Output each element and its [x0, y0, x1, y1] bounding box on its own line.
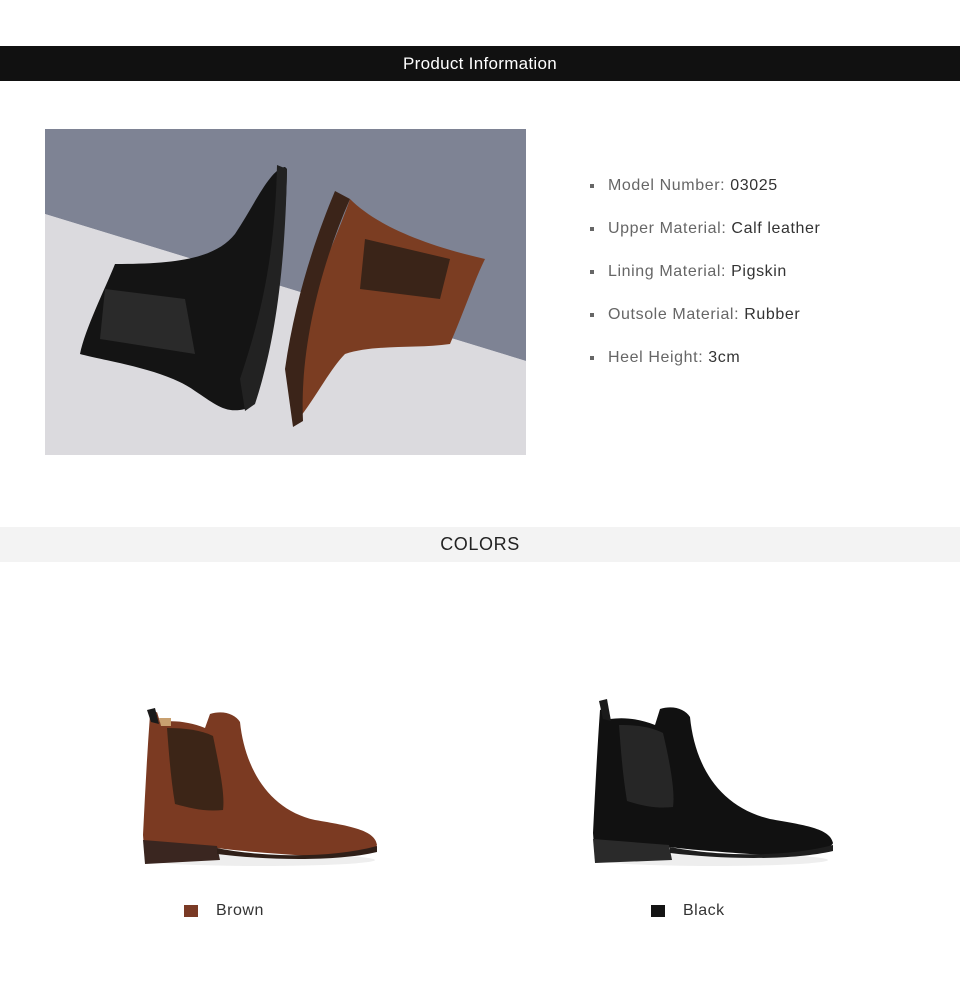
- color-label: Black: [683, 902, 725, 919]
- bullet-icon: [590, 270, 594, 274]
- color-label: Brown: [216, 902, 264, 919]
- spec-heel-height: Heel Height: 3cm: [590, 344, 820, 387]
- spec-model-number: Model Number: 03025: [590, 172, 820, 215]
- product-information-banner: Product Information: [0, 46, 960, 81]
- spec-lining-material: Lining Material: Pigskin: [590, 258, 820, 301]
- bullet-icon: [590, 227, 594, 231]
- spec-list: Model Number: 03025 Upper Material: Calf…: [590, 172, 820, 387]
- colors-title: COLORS: [440, 534, 520, 554]
- brown-swatch: [184, 905, 198, 917]
- section-title: Product Information: [402, 53, 558, 73]
- black-swatch: [651, 905, 665, 917]
- color-option-black[interactable]: Black: [651, 898, 725, 924]
- colors-banner: COLORS: [0, 527, 960, 562]
- brown-boot-image[interactable]: [135, 700, 385, 870]
- spec-outsole-material: Outsole Material: Rubber: [590, 301, 820, 344]
- black-boot-image[interactable]: [585, 695, 840, 870]
- product-photo: [45, 129, 526, 455]
- bullet-icon: [590, 356, 594, 360]
- bullet-icon: [590, 313, 594, 317]
- color-option-brown[interactable]: Brown: [184, 898, 264, 924]
- spec-upper-material: Upper Material: Calf leather: [590, 215, 820, 258]
- bullet-icon: [590, 184, 594, 188]
